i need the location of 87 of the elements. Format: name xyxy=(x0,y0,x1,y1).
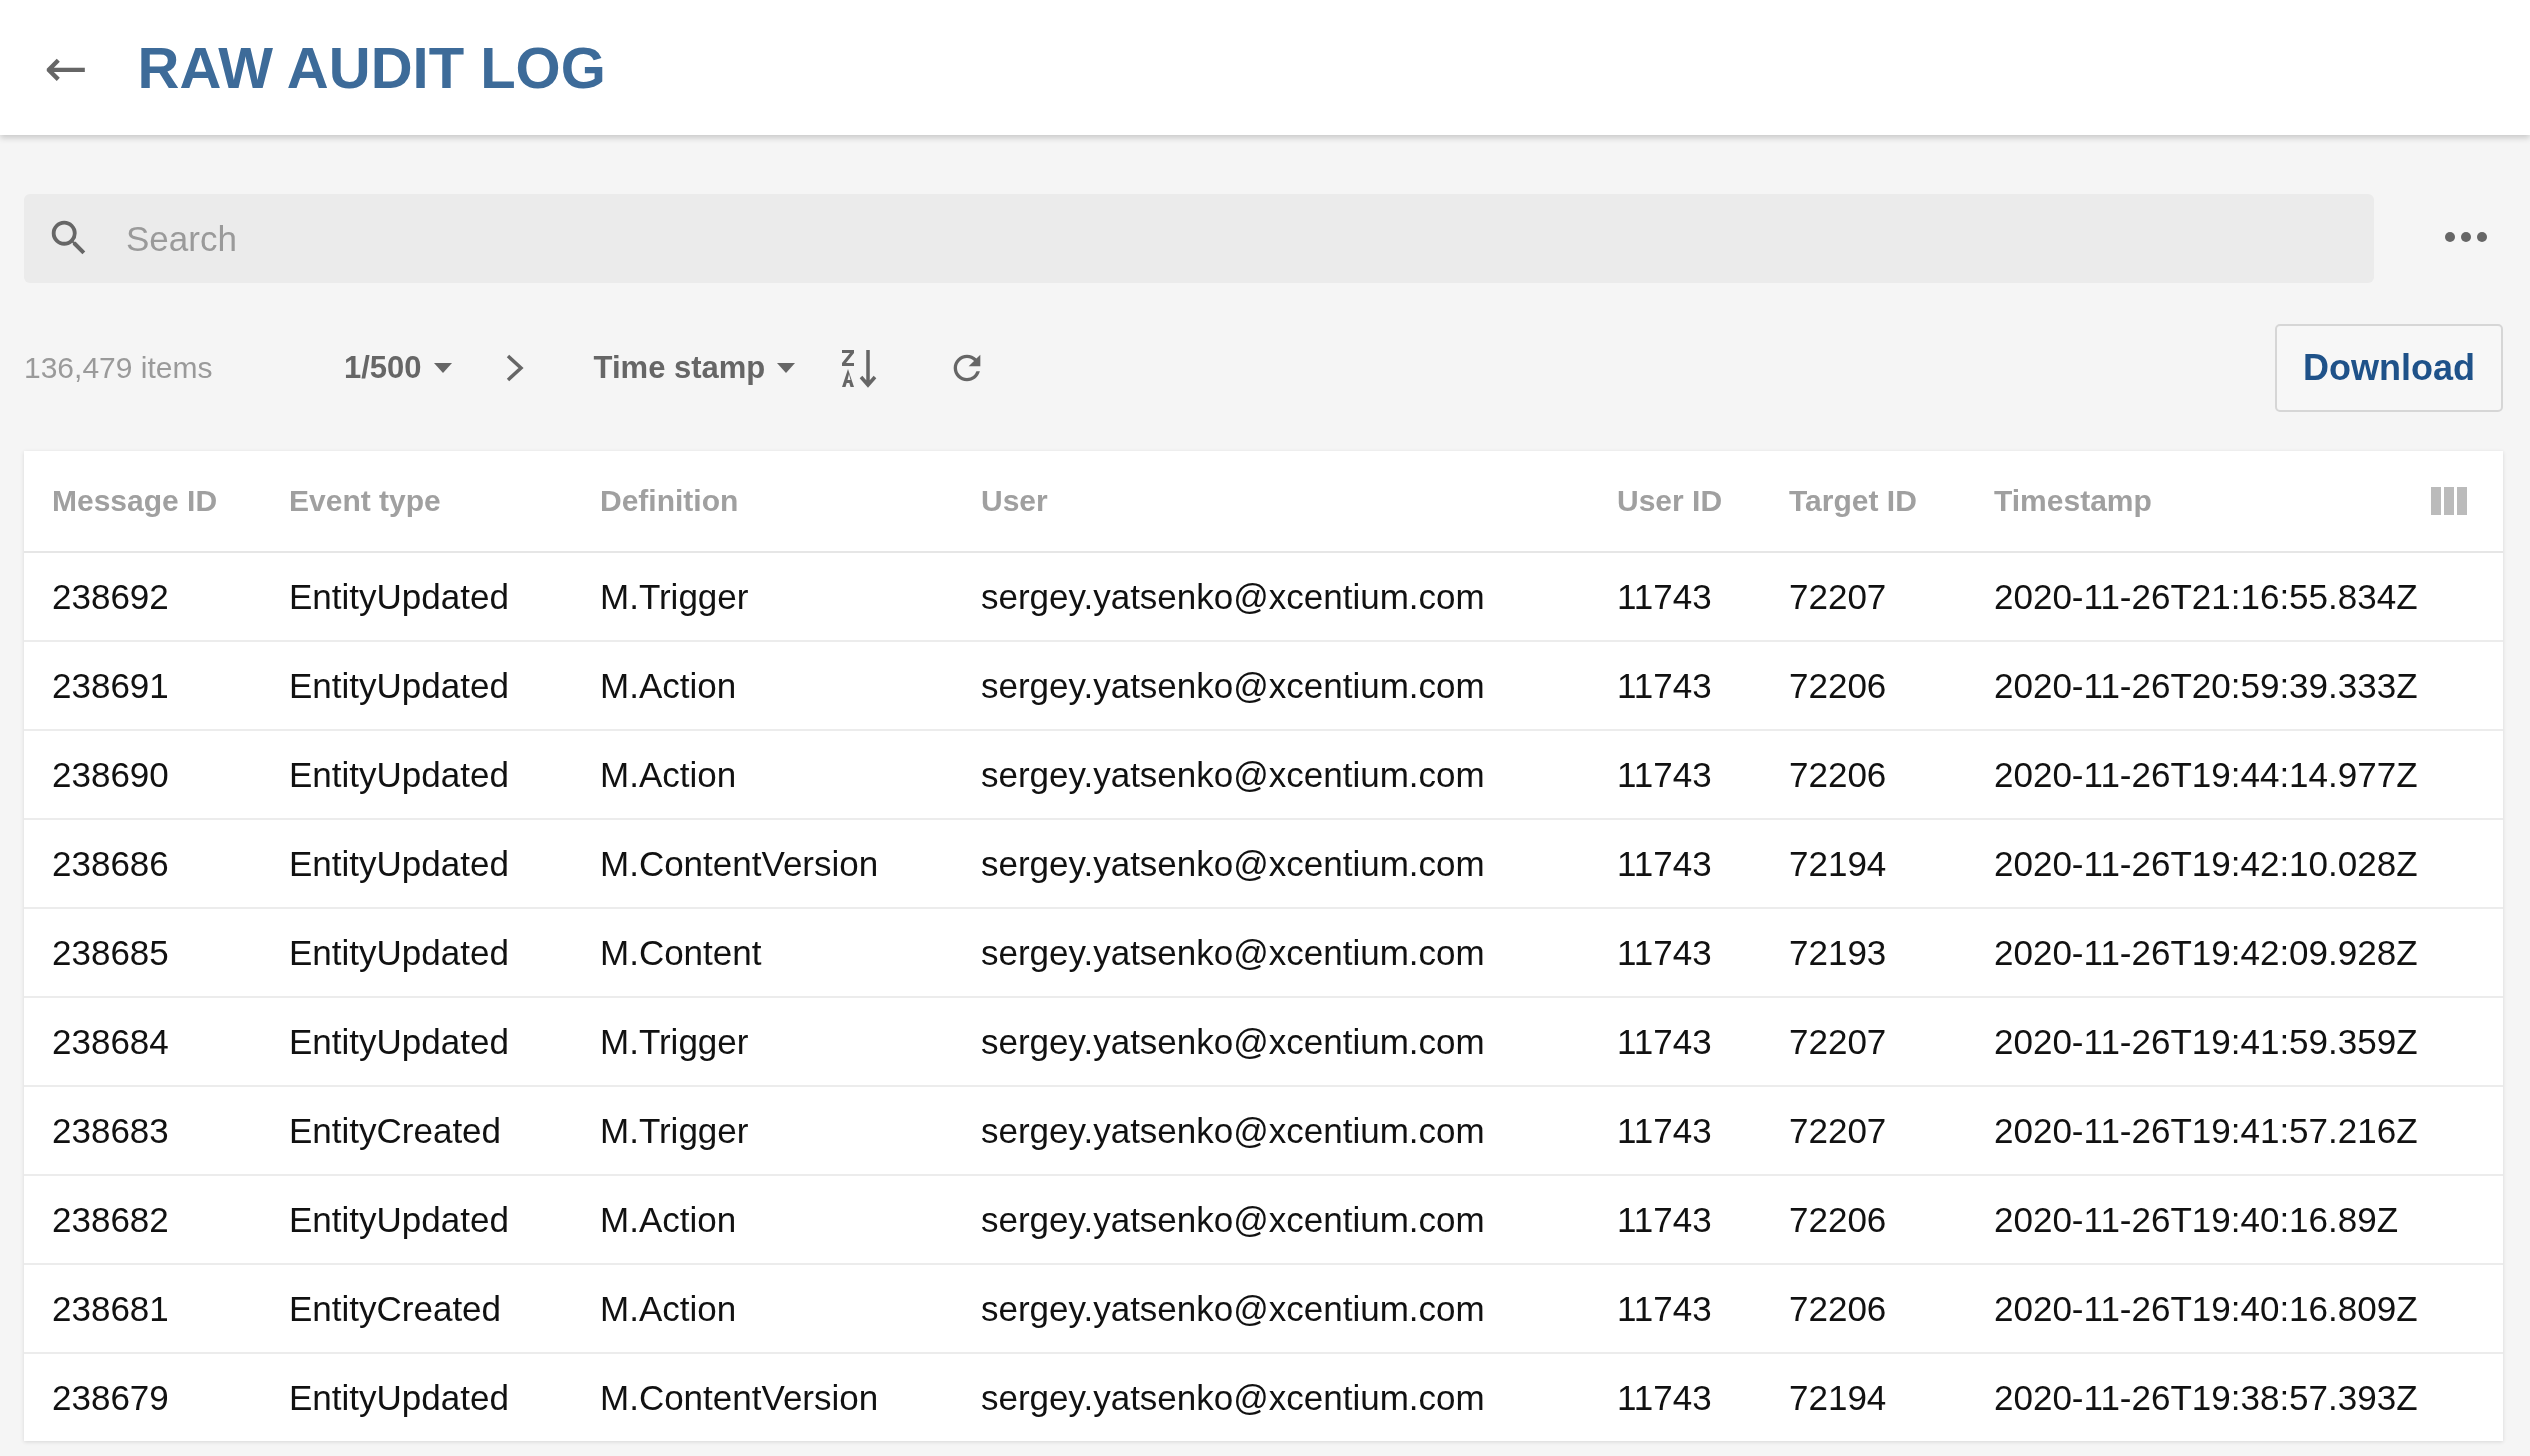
table-cell-text: 72206 xyxy=(1789,1199,1888,1240)
table-cell-text: M.Trigger xyxy=(600,1021,750,1062)
table-cell-text: EntityUpdated xyxy=(289,1021,510,1062)
table-cell-text: sergey.yatsenko@xcentium.com xyxy=(981,1110,1486,1151)
table-cell-text: 238692 xyxy=(52,576,170,617)
table-cell-text: 238690 xyxy=(52,754,170,795)
table-cell-text: 238686 xyxy=(52,843,170,884)
table-cell-text: 72207 xyxy=(1789,576,1888,617)
table-cell-text: M.Trigger xyxy=(600,576,750,617)
table-cell-text: 238682 xyxy=(52,1199,170,1240)
table-cell-text: 11743 xyxy=(1617,665,1713,706)
table-cell-text: M.Trigger xyxy=(600,1110,750,1151)
back-button[interactable]: ← xyxy=(44,41,88,94)
page-dropdown[interactable]: 1/500 xyxy=(340,346,456,390)
table-cell-text: M.ContentVersion xyxy=(600,1377,880,1418)
table-cell-text: 238681 xyxy=(52,1288,170,1329)
table-cell-text: 238685 xyxy=(52,932,170,973)
table-cell-text: 238691 xyxy=(52,665,170,706)
table-cell-text: 2020-11-26T19:41:59.359Z xyxy=(1994,1021,2419,1062)
table-cell-text: M.ContentVersion xyxy=(600,843,880,884)
table-cell-text: M.Action xyxy=(600,1199,738,1240)
column-header[interactable]: Timestamp xyxy=(1994,484,2431,518)
table-cell-text: 11743 xyxy=(1617,754,1713,795)
table-cell-text: 11743 xyxy=(1617,1110,1713,1151)
table-cell-text: 2020-11-26T19:40:16.89Z xyxy=(1994,1199,2400,1240)
sort-field-dropdown[interactable]: Time stamp xyxy=(589,346,800,390)
table-cell-text: sergey.yatsenko@xcentium.com xyxy=(981,665,1486,706)
table-cell-text: 2020-11-26T19:44:14.977Z xyxy=(1994,754,2419,795)
table-cell-text: EntityUpdated xyxy=(289,1377,510,1418)
table-cell-text: 11743 xyxy=(1617,1377,1713,1418)
column-header[interactable]: Target ID xyxy=(1789,484,1994,518)
table-cell-text: 2020-11-26T21:16:55.834Z xyxy=(1994,576,2419,617)
table-cell-text: M.Action xyxy=(600,754,738,795)
table-cell-text: EntityUpdated xyxy=(289,843,510,884)
table-cell-text: 11743 xyxy=(1617,932,1713,973)
table-cell-text: 2020-11-26T19:38:57.393Z xyxy=(1994,1377,2419,1418)
table-cell-text: 72207 xyxy=(1789,1021,1888,1062)
table-cell-text: sergey.yatsenko@xcentium.com xyxy=(981,932,1486,973)
download-button[interactable]: Download xyxy=(2275,324,2503,412)
table-cell-text: 2020-11-26T19:40:16.809Z xyxy=(1994,1288,2419,1329)
ellipsis-icon xyxy=(2444,231,2488,243)
table-cell-text: 2020-11-26T19:41:57.216Z xyxy=(1994,1110,2419,1151)
table-cell-text: sergey.yatsenko@xcentium.com xyxy=(981,843,1486,884)
table-cell-text: sergey.yatsenko@xcentium.com xyxy=(981,754,1486,795)
caret-icon xyxy=(777,363,796,373)
table-cell-text: M.Content xyxy=(600,932,763,973)
table-cell-text: 238684 xyxy=(52,1021,170,1062)
table-cell-text: 2020-11-26T20:59:39.333Z xyxy=(1994,665,2419,706)
table-cell-text: sergey.yatsenko@xcentium.com xyxy=(981,1199,1486,1240)
table-cell-text: EntityUpdated xyxy=(289,576,510,617)
table-cell-text: EntityUpdated xyxy=(289,754,510,795)
table-cell-text: 11743 xyxy=(1617,1199,1713,1240)
table-cell-text: EntityCreated xyxy=(289,1288,503,1329)
item-count: 136,479 items xyxy=(24,351,214,385)
table-cell-text: 11743 xyxy=(1617,576,1713,617)
table-cell-text: sergey.yatsenko@xcentium.com xyxy=(981,1377,1486,1418)
table-cell-text: M.Action xyxy=(600,665,738,706)
table-cell-text: 72206 xyxy=(1789,665,1888,706)
column-header[interactable]: Message ID xyxy=(52,484,289,518)
table-cell-text: M.Action xyxy=(600,1288,738,1329)
table-cell-text: 72194 xyxy=(1789,1377,1888,1418)
table-cell-text: sergey.yatsenko@xcentium.com xyxy=(981,576,1486,617)
table-cell-text: 238679 xyxy=(52,1377,170,1418)
table-cell-text: 72206 xyxy=(1789,1288,1888,1329)
table-cell-text: 72207 xyxy=(1789,1110,1888,1151)
table-cell-text: 11743 xyxy=(1617,1021,1713,1062)
table-cell-text: EntityUpdated xyxy=(289,932,510,973)
table-cell-text: 72193 xyxy=(1789,932,1888,973)
table-cell-text: 11743 xyxy=(1617,843,1713,884)
column-header[interactable]: Event type xyxy=(289,484,600,518)
table-cell-text: 72194 xyxy=(1789,843,1888,884)
table-cell-text: 11743 xyxy=(1617,1288,1713,1329)
table-cell-text: EntityCreated xyxy=(289,1110,503,1151)
search-field[interactable]: Search xyxy=(24,194,2374,283)
table-cell-text: 72206 xyxy=(1789,754,1888,795)
table-cell-text: 2020-11-26T19:42:10.028Z xyxy=(1994,843,2419,884)
page-title: RAW AUDIT LOG xyxy=(137,34,606,101)
table-cell-text: EntityUpdated xyxy=(289,1199,510,1240)
column-header[interactable]: User ID xyxy=(1617,484,1789,518)
column-header[interactable]: User xyxy=(981,484,1617,518)
column-header[interactable]: Definition xyxy=(600,484,981,518)
table-cell-text: sergey.yatsenko@xcentium.com xyxy=(981,1021,1486,1062)
caret-icon xyxy=(433,363,452,373)
table-cell-text: sergey.yatsenko@xcentium.com xyxy=(981,1288,1486,1329)
table-cell-text: 2020-11-26T19:42:09.928Z xyxy=(1994,932,2419,973)
table-cell-text: EntityUpdated xyxy=(289,665,510,706)
table-cell-text: 238683 xyxy=(52,1110,170,1151)
